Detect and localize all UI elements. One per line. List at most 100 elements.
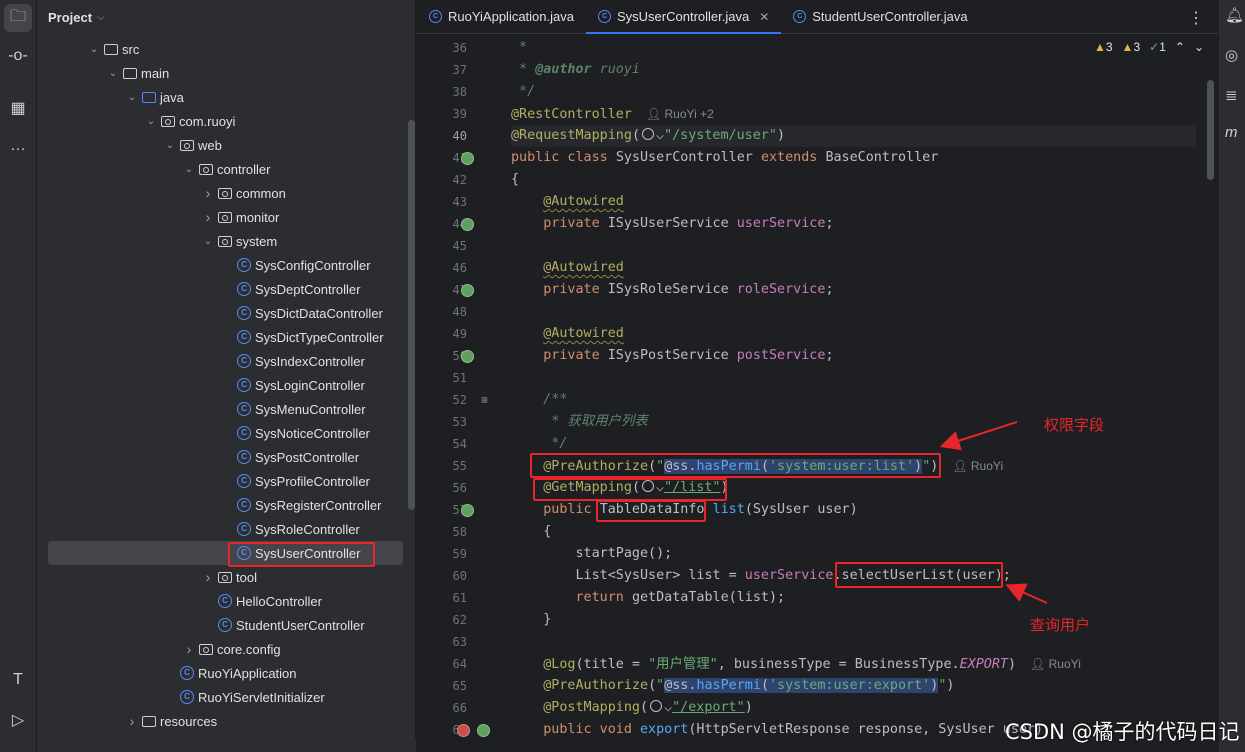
author-hint[interactable]: 👤︎ RuoYi — [1030, 657, 1081, 671]
chevron-right-icon[interactable]: › — [124, 713, 140, 729]
class-icon: C — [597, 10, 611, 23]
code-line: @RestController 👤︎ RuoYi +2 — [511, 107, 714, 122]
bean-gutter-icon[interactable] — [461, 152, 474, 165]
chevron-right-icon[interactable]: › — [181, 641, 197, 657]
folder-icon — [142, 715, 156, 727]
tree-item-label: web — [198, 137, 222, 153]
right-tool-strip: 🔔︎ ◎ ≣ m — [1218, 0, 1245, 752]
package-icon — [218, 211, 232, 223]
tree-item[interactable]: ⌄ src — [37, 37, 415, 61]
tree-item[interactable]: C SysDictDataController — [37, 301, 415, 325]
author-hint[interactable]: 👤︎ RuoYi — [952, 459, 1003, 473]
chevron-down-icon[interactable]: ⌄ — [143, 116, 159, 127]
tree-item-label: tool — [236, 569, 257, 585]
more-tools-icon[interactable]: … — [4, 132, 32, 160]
tree-item-label: core.config — [217, 641, 281, 657]
chevron-down-icon[interactable]: ⌄ — [162, 140, 178, 151]
code-line: private ISysUserService userService; — [543, 216, 834, 231]
code-line: private ISysRoleService roleService; — [543, 282, 834, 297]
highlight-preauthorize — [530, 453, 941, 478]
highlight-select-user-list — [835, 562, 1003, 588]
breakpoint-icon[interactable] — [457, 724, 470, 737]
run-icon[interactable]: ▷ — [4, 706, 32, 734]
author-hint[interactable]: 👤︎ RuoYi +2 — [646, 107, 714, 121]
tree-item[interactable]: C SysRoleController — [37, 517, 415, 541]
tree-item[interactable]: ⌄ com.ruoyi — [37, 109, 415, 133]
chevron-right-icon[interactable]: › — [200, 209, 216, 225]
tree-item-label: SysPostController — [255, 449, 360, 465]
chevron-down-icon[interactable]: ⌄ — [124, 92, 140, 103]
chevron-right-icon[interactable]: › — [200, 569, 216, 585]
tree-item[interactable]: C SysNoticeController — [37, 421, 415, 445]
tree-item[interactable]: C SysConfigController — [37, 253, 415, 277]
tree-item[interactable]: › common — [37, 181, 415, 205]
tree-item-label: SysDictDataController — [255, 305, 383, 321]
commit-icon[interactable]: -o- — [4, 42, 32, 70]
endpoint-gutter-icon[interactable] — [461, 504, 474, 517]
tab-student-user-controller[interactable]: C StudentUserController.java — [781, 0, 979, 33]
class-icon: C — [237, 282, 251, 296]
tree-item[interactable]: ⌄ controller — [37, 157, 415, 181]
tree-item[interactable]: C RuoYiServletInitializer — [37, 685, 415, 709]
tree-item[interactable]: C SysDictTypeController — [37, 325, 415, 349]
tree-item-label: HelloController — [236, 593, 322, 609]
tree-item[interactable]: › monitor — [37, 205, 415, 229]
structure-icon[interactable]: ▦ — [4, 94, 32, 122]
chevron-right-icon[interactable]: › — [200, 185, 216, 201]
tab-sys-user-controller[interactable]: C SysUserController.java ✕ — [585, 0, 782, 34]
close-icon[interactable]: ✕ — [759, 10, 769, 24]
chevron-down-icon[interactable]: ⌄ — [86, 44, 102, 55]
package-icon — [180, 139, 194, 151]
tree-item[interactable]: › resources — [37, 709, 415, 733]
code-area[interactable]: * * @author ruoyi */ @RestController 👤︎ R… — [511, 37, 1196, 741]
chevron-down-icon[interactable]: ⌄ — [105, 68, 121, 79]
tree-item-label: controller — [217, 161, 271, 177]
class-icon: C — [237, 546, 251, 560]
tree-item[interactable]: C SysLoginController — [37, 373, 415, 397]
chevron-down-icon[interactable]: ⌄ — [181, 164, 197, 175]
tree-item[interactable]: C SysMenuController — [37, 397, 415, 421]
chevron-down-icon[interactable]: ⌄ — [200, 236, 216, 247]
tree-item[interactable]: ⌄ web — [37, 133, 415, 157]
tree-item[interactable]: C RuoYiApplication — [37, 661, 415, 685]
bean-gutter-icon[interactable] — [461, 284, 474, 297]
code-editor: C RuoYiApplication.java C SysUserControl… — [417, 0, 1218, 752]
project-panel-bottom — [37, 740, 416, 752]
bean-gutter-icon[interactable] — [461, 218, 474, 231]
notifications-icon[interactable]: 🔔︎ — [1225, 6, 1244, 24]
class-icon: C — [237, 306, 251, 320]
terminal-icon[interactable]: T — [4, 666, 32, 694]
tree-item-label: main — [141, 65, 170, 81]
query-user-label: 查询用户 — [1030, 616, 1091, 634]
project-panel-header[interactable]: Project ⌵ — [37, 0, 415, 34]
endpoint-gutter-icon[interactable] — [477, 724, 490, 737]
tab-label: SysUserController.java — [616, 9, 750, 24]
tree-item[interactable]: ⌄ java — [37, 85, 415, 109]
tree-item[interactable]: C SysDeptController — [37, 277, 415, 301]
tab-ruoyi-application[interactable]: C RuoYiApplication.java — [417, 0, 586, 33]
tree-item[interactable]: › core.config — [37, 637, 415, 661]
maven-icon[interactable]: m — [1225, 124, 1238, 141]
tree-item[interactable]: C SysIndexController — [37, 349, 415, 373]
project-tree: ⌄ src ⌄ main ⌄ java ⌄ com.ruoyi ⌄ web ⌄ controller ›… — [37, 37, 415, 733]
code-line: @Autowired — [543, 260, 624, 275]
tree-scrollbar[interactable] — [408, 120, 415, 510]
code-line: * — [511, 40, 528, 55]
class-icon: C — [218, 594, 232, 608]
more-options-icon[interactable]: ⋮ — [1188, 8, 1204, 28]
tree-item[interactable]: C StudentUserController — [37, 613, 415, 637]
tree-item[interactable]: C SysPostController — [37, 445, 415, 469]
tree-item[interactable]: C HelloController — [37, 589, 415, 613]
tree-item[interactable]: › tool — [37, 565, 415, 589]
rendered-doc-icon[interactable]: ≡ — [481, 393, 488, 407]
tree-item[interactable]: C SysRegisterController — [37, 493, 415, 517]
watermark: CSDN @橘子的代码日记 — [1005, 720, 1240, 744]
tree-item[interactable]: ⌄ main — [37, 61, 415, 85]
project-folder-icon[interactable]: 🗀 — [4, 4, 32, 32]
bean-gutter-icon[interactable] — [461, 350, 474, 363]
database-icon[interactable]: ≣ — [1225, 86, 1238, 104]
ai-assistant-icon[interactable]: ◎ — [1225, 46, 1238, 64]
tree-item[interactable]: C SysProfileController — [37, 469, 415, 493]
editor-scrollbar[interactable] — [1207, 80, 1214, 180]
tree-item[interactable]: ⌄ system — [37, 229, 415, 253]
